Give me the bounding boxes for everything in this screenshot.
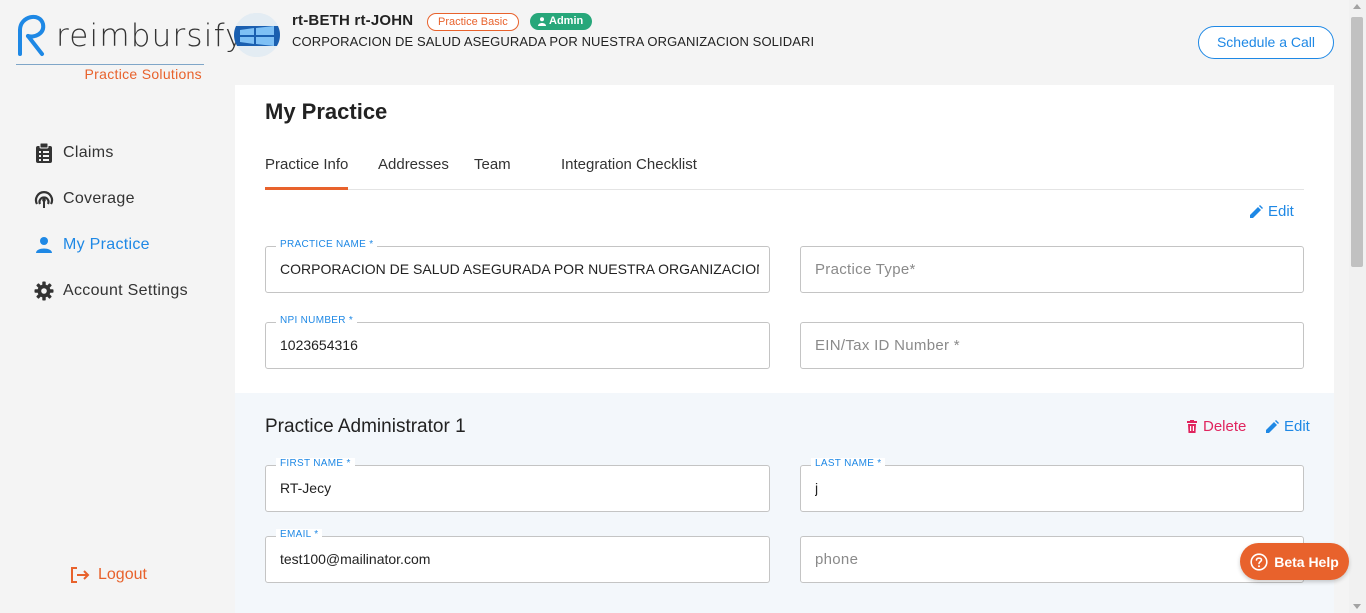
practice-type-placeholder: Practice Type* — [815, 261, 916, 278]
npi-number-label: NPI NUMBER * — [276, 315, 358, 326]
logout-icon — [71, 567, 90, 583]
logout-button[interactable]: Logout — [70, 566, 147, 584]
brand-name: reimbursify — [56, 18, 245, 54]
logout-label: Logout — [98, 566, 147, 583]
plan-badge: Practice Basic — [427, 13, 519, 31]
last-name-value: j — [815, 480, 819, 496]
sidebar-item-coverage[interactable]: Coverage — [34, 176, 188, 222]
logo-divider — [16, 64, 204, 65]
logo-mark-icon — [18, 14, 46, 56]
pencil-icon — [1266, 419, 1279, 433]
tab-team[interactable]: Team — [474, 156, 511, 189]
person-icon — [34, 235, 54, 255]
scroll-up-arrow-icon[interactable] — [1353, 4, 1361, 9]
practice-type-field[interactable]: Practice Type* — [800, 246, 1304, 293]
page-title: My Practice — [265, 99, 388, 124]
last-name-field[interactable]: LAST NAME * j — [800, 458, 1304, 512]
beta-help-button[interactable]: Beta Help — [1240, 543, 1349, 580]
phone-field[interactable]: phone — [800, 536, 1304, 583]
sidebar-item-label: My Practice — [63, 236, 150, 253]
help-icon — [1250, 552, 1268, 571]
edit-label: Edit — [1284, 418, 1310, 435]
avatar[interactable] — [234, 13, 280, 57]
tab-integration-checklist[interactable]: Integration Checklist — [561, 156, 697, 189]
admin-delete-button[interactable]: Delete — [1187, 418, 1246, 435]
beta-help-label: Beta Help — [1274, 553, 1339, 570]
first-name-label: FIRST NAME * — [276, 458, 355, 469]
tab-addresses[interactable]: Addresses — [378, 156, 449, 189]
my-practice-card: My Practice Practice Info Addresses Team… — [235, 85, 1334, 613]
role-badge-label: Admin — [549, 15, 584, 27]
windows-logo-icon — [234, 13, 280, 57]
sidebar-item-claims[interactable]: Claims — [34, 130, 188, 176]
ein-tax-id-field[interactable]: EIN/Tax ID Number * — [800, 322, 1304, 369]
gear-icon — [34, 281, 54, 301]
email-value: test100@mailinator.com — [280, 551, 431, 567]
brand-tagline: Practice Solutions — [84, 66, 202, 82]
scroll-down-arrow-icon[interactable] — [1353, 604, 1361, 609]
first-name-value: RT-Jecy — [280, 480, 332, 496]
first-name-field[interactable]: FIRST NAME * RT-Jecy — [265, 458, 770, 512]
admin-section-title: Practice Administrator 1 — [265, 416, 466, 437]
scrollbar-thumb[interactable] — [1351, 17, 1363, 267]
role-badge: Admin — [530, 13, 593, 30]
practice-name-field[interactable]: PRACTICE NAME * CORPORACION DE SALUD ASE… — [265, 239, 770, 293]
practice-administrator-section: Practice Administrator 1 Delete Edit FIR… — [235, 393, 1334, 613]
email-label: EMAIL * — [276, 529, 323, 540]
organization-name: CORPORACION DE SALUD ASEGURADA POR NUEST… — [292, 34, 815, 49]
trash-icon — [1187, 420, 1197, 433]
pencil-icon — [1250, 204, 1263, 218]
edit-label: Edit — [1268, 203, 1294, 220]
sidebar-item-label: Claims — [63, 144, 114, 161]
practice-name-value: CORPORACION DE SALUD ASEGURADA POR NUEST… — [280, 261, 759, 277]
delete-label: Delete — [1203, 418, 1247, 435]
sidebar-item-account-settings[interactable]: Account Settings — [34, 268, 188, 314]
npi-number-value: 1023654316 — [280, 337, 358, 353]
phone-placeholder: phone — [815, 551, 859, 568]
schedule-call-button[interactable]: Schedule a Call — [1198, 26, 1334, 59]
coverage-icon — [34, 189, 54, 209]
tab-practice-info[interactable]: Practice Info — [265, 156, 349, 190]
clipboard-icon — [34, 143, 54, 163]
user-name: rt-BETH rt-JOHN — [292, 12, 414, 29]
email-field[interactable]: EMAIL * test100@mailinator.com — [265, 529, 770, 583]
sidebar-item-label: Coverage — [63, 190, 135, 207]
sidebar-item-label: Account Settings — [63, 282, 188, 299]
practice-tabs: Practice Info Addresses Team Integration… — [265, 155, 1304, 190]
sidebar-item-my-practice[interactable]: My Practice — [34, 222, 188, 268]
admin-edit-button[interactable]: Edit — [1265, 418, 1310, 435]
sidebar: reimbursify Practice Solutions Claims Co… — [0, 0, 244, 613]
ein-tax-id-placeholder: EIN/Tax ID Number * — [815, 337, 960, 354]
last-name-label: LAST NAME * — [811, 458, 886, 469]
sidebar-nav: Claims Coverage My Practice Account Sett… — [34, 130, 188, 314]
npi-number-field[interactable]: NPI NUMBER * 1023654316 — [265, 315, 770, 369]
person-icon — [538, 17, 546, 26]
reimbursify-logo[interactable]: reimbursify Practice Solutions — [14, 8, 244, 88]
practice-name-label: PRACTICE NAME * — [276, 239, 378, 250]
practice-edit-button[interactable]: Edit — [1249, 203, 1294, 220]
